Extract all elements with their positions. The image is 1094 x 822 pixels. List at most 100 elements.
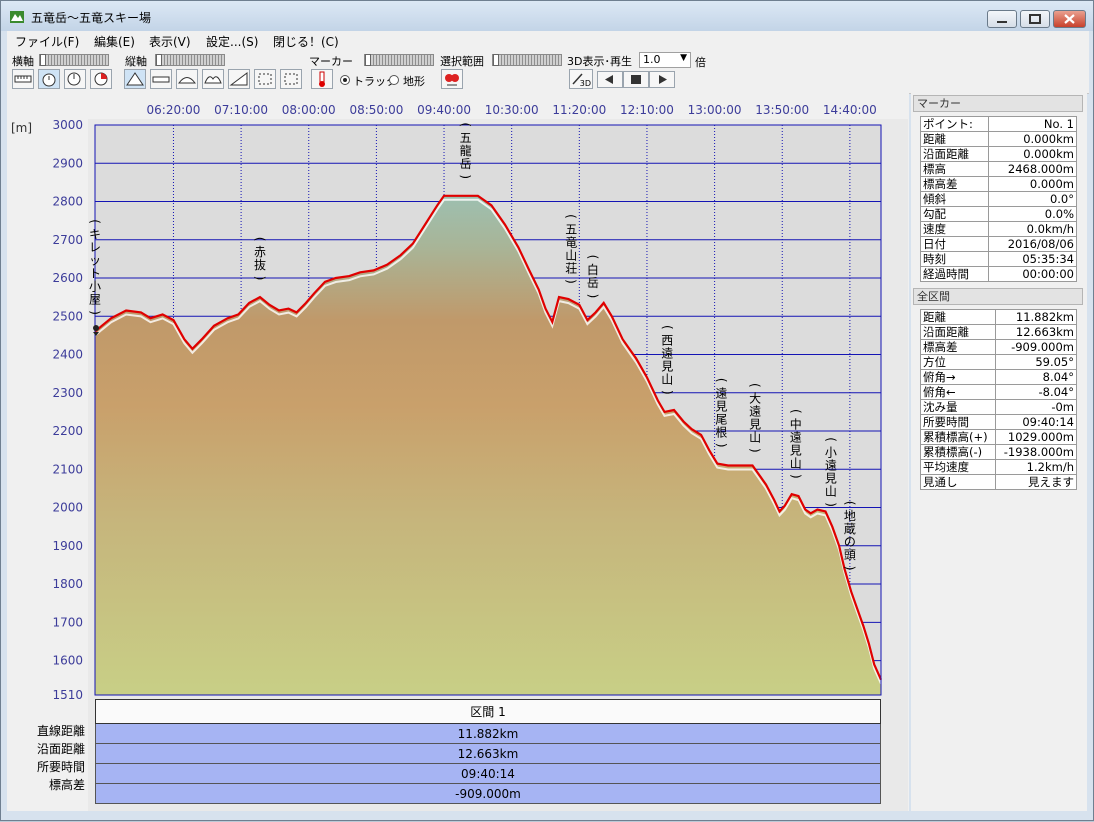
waypoint-label-char: 根 — [715, 425, 727, 439]
info-value: -8.04° — [994, 384, 1078, 400]
waypoint-label-char: ) — [586, 294, 600, 299]
close-button[interactable] — [1053, 10, 1086, 28]
waypoint-label-char: 頭 — [844, 548, 856, 562]
info-row: 累積標高(-) -1938.000m — [920, 444, 1078, 460]
waypoint-label-char: ) — [748, 448, 762, 453]
waypoint-label-char: 岳 — [460, 157, 472, 171]
waypoint-label-char: ( — [459, 122, 473, 127]
waypoint-label: (五龍岳) — [459, 122, 473, 179]
waypoint-label-char: ) — [789, 474, 803, 479]
section-header[interactable]: 区間 1 — [95, 699, 881, 724]
info-row: 距離 11.882km — [920, 309, 1078, 325]
x-tick-label: 08:50:00 — [349, 103, 403, 117]
total-panel-title: 全区間 — [913, 288, 1083, 305]
info-label: 時刻 — [920, 251, 989, 267]
y-tick-label: 2600 — [52, 271, 83, 285]
info-row: 俯角→ 8.04° — [920, 369, 1078, 385]
section-table: 区間 1 11.882km 12.663km 09:40:14 -909.000… — [95, 699, 881, 804]
info-row: 平均速度 1.2km/h — [920, 459, 1078, 475]
waypoint-label-char: ( — [843, 501, 857, 506]
y-tick-label: 3000 — [52, 118, 83, 132]
waypoint-label-char: 尾 — [715, 412, 727, 426]
info-label: 俯角→ — [920, 369, 996, 385]
y-tick-label: 2400 — [52, 348, 83, 362]
waypoint-label-char: ッ — [89, 254, 101, 268]
waypoint-label-char: レ — [89, 241, 101, 255]
section-value-duration: 09:40:14 — [95, 763, 881, 784]
y-tick-label: 1510 — [52, 688, 83, 702]
info-value: 0.0% — [987, 206, 1078, 222]
info-value: 09:40:14 — [994, 414, 1078, 430]
info-row: 沿面距離 0.000km — [920, 146, 1078, 162]
waypoint-label-char: 岳 — [587, 276, 599, 290]
waypoint-label-char: ( — [748, 383, 762, 388]
minimize-button[interactable] — [987, 10, 1017, 28]
section-value-surface-distance: 12.663km — [95, 743, 881, 764]
waypoint-label-char: 荘 — [565, 261, 577, 275]
info-value: 59.05° — [994, 354, 1078, 370]
info-row: 方位 59.05° — [920, 354, 1078, 370]
info-label: 沿面距離 — [920, 146, 989, 162]
waypoint-label-char: 大 — [749, 391, 761, 405]
marker-panel-title: マーカー — [913, 95, 1083, 112]
y-tick-label: 1600 — [52, 654, 83, 668]
info-row: 距離 0.000km — [920, 131, 1078, 147]
info-row: 沈み量 -0m — [920, 399, 1078, 415]
waypoint-label-char: ) — [660, 390, 674, 395]
info-row: 標高差 -909.000m — [920, 339, 1078, 355]
waypoint-label: (キレット小屋) — [88, 219, 102, 315]
waypoint-label-char: 中 — [790, 416, 802, 431]
info-value: No. 1 — [987, 116, 1078, 132]
info-label: 標高差 — [920, 339, 996, 355]
x-tick-label: 13:50:00 — [755, 103, 809, 117]
info-value: 11.882km — [994, 309, 1078, 325]
section-label-surface-distance: 沿面距離 — [36, 742, 85, 756]
y-tick-label: 2100 — [52, 462, 83, 476]
info-value: 0.000km — [987, 131, 1078, 147]
info-value: 8.04° — [994, 369, 1078, 385]
waypoint-label-char: 五 — [565, 222, 577, 236]
waypoint-label-char: 見 — [825, 472, 837, 486]
waypoint-label-char: 山 — [565, 248, 577, 262]
waypoint-label-char: 西 — [661, 333, 673, 347]
waypoint-label-char: 山 — [790, 456, 802, 470]
info-label: 距離 — [920, 309, 996, 325]
waypoint-label-char: 遠 — [661, 346, 673, 360]
info-value: 見えます — [994, 474, 1078, 490]
waypoint-label-char: ) — [459, 174, 473, 179]
minimize-icon — [997, 21, 1007, 23]
info-label: 沈み量 — [920, 399, 996, 415]
info-value: 0.000m — [987, 176, 1078, 192]
info-value: -1938.000m — [994, 444, 1078, 460]
waypoint-label-char: 地 — [844, 509, 856, 523]
waypoint-label-char: 五 — [460, 131, 472, 145]
y-unit-label: [m] — [11, 121, 32, 135]
info-row: 傾斜 0.0° — [920, 191, 1078, 207]
section-value-elevation-diff: -909.000m — [95, 783, 881, 804]
waypoint-label-char: 見 — [715, 399, 727, 413]
waypoint-label-char: ト — [89, 267, 101, 281]
waypoint-label-char: 山 — [749, 430, 761, 444]
info-label: 速度 — [920, 221, 989, 237]
waypoint-label-char: 遠 — [790, 430, 802, 444]
waypoint-label: (西遠見山) — [660, 325, 674, 395]
waypoint-label-char: 小 — [89, 280, 101, 294]
waypoint-label-char: ) — [88, 310, 102, 315]
waypoint-label-char: キ — [89, 228, 101, 242]
waypoint-label-char: 山 — [661, 372, 673, 386]
info-value: 00:00:00 — [987, 266, 1078, 282]
waypoint-label-char: 竜 — [565, 235, 577, 249]
waypoint-label-char: 遠 — [825, 459, 837, 473]
y-tick-label: 2300 — [52, 386, 83, 400]
y-tick-label: 2500 — [52, 309, 83, 323]
y-tick-label: 2200 — [52, 424, 83, 438]
info-row: 時刻 05:35:34 — [920, 251, 1078, 267]
maximize-button[interactable] — [1020, 10, 1050, 28]
info-row: 標高 2468.000m — [920, 161, 1078, 177]
info-label: 経過時間 — [920, 266, 989, 282]
info-row: ポイント: No. 1 — [920, 116, 1078, 132]
info-row: 俯角← -8.04° — [920, 384, 1078, 400]
waypoint-label-char: 遠 — [715, 386, 727, 400]
info-value: 0.0° — [987, 191, 1078, 207]
waypoint-label-char: ( — [586, 255, 600, 260]
